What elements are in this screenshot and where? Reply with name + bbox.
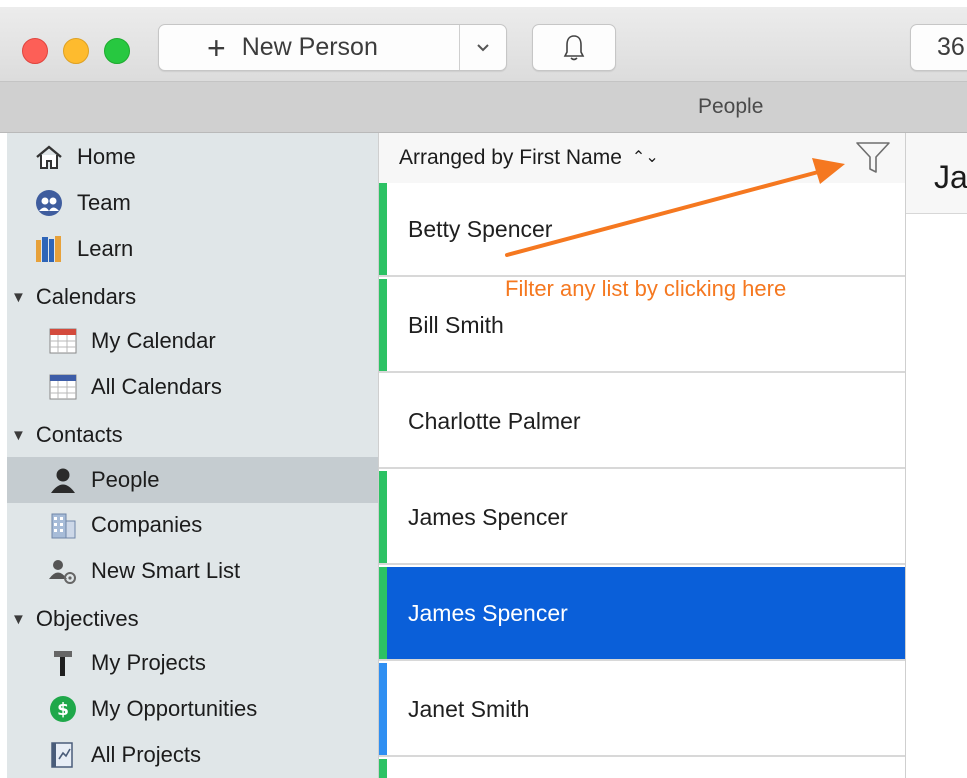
detail-person-name: Ja [934, 159, 967, 195]
window-title: People [698, 95, 764, 118]
sidebar-section-label: Calendars [35, 284, 137, 309]
sidebar-item-label: New Smart List [91, 558, 241, 583]
list-item[interactable]: Charlotte Palmer [379, 375, 905, 469]
hammer-icon [47, 648, 79, 678]
person-name: James Spencer [408, 504, 568, 530]
annotation-text: Filter any list by clicking here [505, 276, 787, 301]
filter-button[interactable] [855, 141, 891, 180]
list-item[interactable]: Janet Smith [379, 663, 905, 757]
calendars-icon [47, 372, 79, 402]
status-stripe [379, 663, 387, 755]
filter-funnel-icon [856, 142, 890, 173]
disclosure-triangle-icon: ▼ [11, 610, 26, 628]
toolbar-field[interactable]: 36 [910, 24, 967, 71]
sidebar-section-label: Objectives [35, 606, 139, 631]
team-icon [33, 188, 65, 218]
bell-icon [563, 34, 585, 60]
sidebar-item-label: Home [77, 144, 136, 169]
sidebar-item-home[interactable]: Home [7, 135, 378, 179]
sidebar-item-my-opportunities[interactable]: $ My Opportunities [7, 687, 378, 731]
sidebar-item-label: Learn [77, 236, 134, 261]
chevron-down-icon [477, 43, 489, 51]
status-stripe [379, 183, 387, 275]
person-name: Charlotte Palmer [408, 408, 581, 434]
zoom-window-button[interactable] [104, 38, 130, 64]
svg-text:$: $ [57, 700, 69, 720]
disclosure-triangle-icon: ▼ [11, 288, 26, 306]
toolbar: + New Person 36 [0, 7, 967, 82]
person-name: Janet Smith [408, 696, 530, 722]
sidebar-item-label: All Projects [91, 742, 202, 767]
detail-pane: Ja [906, 133, 967, 778]
sidebar-item-label: People [91, 467, 160, 492]
people-list: Arranged by First Name ⌃⌄ Betty Spencer B… [378, 133, 906, 778]
sidebar-section-calendars[interactable]: ▼ Calendars [7, 275, 378, 319]
notifications-button[interactable] [532, 24, 616, 71]
sidebar-item-all-projects[interactable]: All Projects [7, 733, 378, 777]
projects-icon [47, 740, 79, 770]
minimize-window-button[interactable] [63, 38, 89, 64]
sidebar-item-team[interactable]: Team [7, 181, 378, 225]
sidebar-section-contacts[interactable]: ▼ Contacts [7, 413, 378, 457]
window-left-edge [0, 133, 7, 778]
sidebar-section-label: Contacts [35, 422, 123, 447]
status-stripe [379, 759, 387, 778]
sidebar-item-new-smart-list[interactable]: New Smart List [7, 549, 378, 593]
list-item[interactable] [379, 759, 905, 778]
person-icon [47, 465, 79, 495]
sidebar-item-label: All Calendars [91, 374, 222, 399]
new-person-split-button: + New Person [158, 24, 507, 71]
person-name: James Spencer [408, 600, 568, 626]
sidebar-section-objectives[interactable]: ▼ Objectives [7, 597, 378, 641]
new-person-dropdown-button[interactable] [460, 43, 506, 53]
calendar-icon [47, 326, 79, 356]
new-person-label: New Person [241, 33, 378, 61]
sidebar: Home Team Learn ▼ Calendars My Calendar … [7, 133, 378, 778]
sort-label: Arranged by First Name [399, 146, 622, 169]
sidebar-item-label: My Calendar [91, 328, 216, 353]
title-bar: People [0, 82, 967, 133]
toolbar-field-value: 36 [937, 33, 965, 61]
plus-icon: + [207, 29, 226, 66]
sidebar-item-companies[interactable]: Companies [7, 503, 378, 547]
status-stripe [379, 279, 387, 371]
sidebar-item-learn[interactable]: Learn [7, 227, 378, 271]
dollar-icon: $ [47, 694, 79, 724]
person-name: Bill Smith [408, 312, 504, 338]
list-item[interactable]: Betty Spencer [379, 183, 905, 277]
sidebar-item-all-calendars[interactable]: All Calendars [7, 365, 378, 409]
sidebar-item-label: My Projects [91, 650, 206, 675]
sort-selector[interactable]: Arranged by First Name ⌃⌄ [399, 146, 659, 170]
top-strip [0, 0, 967, 7]
up-down-chevron-icon: ⌃⌄ [631, 149, 659, 166]
sidebar-item-label: Companies [91, 512, 203, 537]
list-item-selected[interactable]: James Spencer [379, 567, 905, 661]
sidebar-item-my-calendar[interactable]: My Calendar [7, 319, 378, 363]
building-icon [47, 510, 79, 540]
sidebar-item-label: My Opportunities [91, 696, 258, 721]
disclosure-triangle-icon: ▼ [11, 426, 26, 444]
sidebar-item-label: Team [77, 190, 131, 215]
person-name: Betty Spencer [408, 216, 553, 242]
status-stripe [379, 567, 387, 659]
detail-header: Ja [906, 133, 967, 214]
list-item[interactable]: James Spencer [379, 471, 905, 565]
list-header: Arranged by First Name ⌃⌄ [379, 133, 905, 184]
new-person-button[interactable]: + New Person [159, 25, 459, 70]
status-stripe [379, 471, 387, 563]
home-icon [33, 142, 65, 172]
sidebar-item-people[interactable]: People [7, 457, 378, 503]
sidebar-item-my-projects[interactable]: My Projects [7, 641, 378, 685]
close-window-button[interactable] [22, 38, 48, 64]
smart-list-icon [47, 556, 79, 586]
books-icon [33, 234, 65, 264]
